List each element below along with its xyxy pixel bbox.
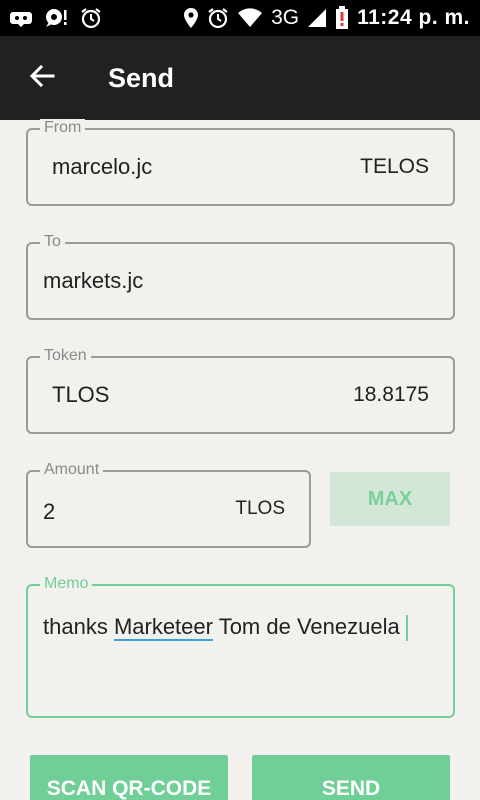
clock-time: 11:24 p. m. xyxy=(357,6,470,29)
amount-label: Amount xyxy=(40,461,104,479)
arrow-back-icon xyxy=(29,64,55,93)
from-account-value: marcelo.jc xyxy=(52,154,153,179)
amount-unit: TLOS xyxy=(235,498,285,519)
back-button[interactable] xyxy=(0,36,84,120)
memo-label: Memo xyxy=(40,575,93,593)
location-pin-icon xyxy=(183,7,199,29)
app-toolbar: Send xyxy=(0,36,480,120)
memo-input[interactable]: Memo thanks Marketeer Tom de Venezuela xyxy=(26,575,455,718)
amount-input[interactable]: Amount 2 TLOS xyxy=(26,461,311,548)
send-button[interactable]: SEND xyxy=(252,755,450,800)
token-symbol-value: TLOS xyxy=(52,382,110,407)
token-label: Token xyxy=(40,347,91,365)
page-title: Send xyxy=(108,62,175,93)
signal-strength-icon xyxy=(307,8,327,28)
token-select[interactable]: Token TLOS 18.8175 xyxy=(26,347,455,434)
status-left xyxy=(10,7,102,29)
memo-text: thanks Marketeer Tom de Venezuela xyxy=(43,614,408,642)
from-account-field[interactable]: From marcelo.jc TELOS xyxy=(26,119,455,206)
scan-qr-code-button[interactable]: SCAN QR-CODE xyxy=(30,755,228,800)
token-balance-value: 18.8175 xyxy=(353,383,429,406)
chat-notification-icon xyxy=(44,8,68,28)
to-label: To xyxy=(40,233,65,251)
to-account-input[interactable]: To markets.jc xyxy=(26,233,455,320)
to-account-value: markets.jc xyxy=(43,268,144,293)
alarm-clock-status-icon xyxy=(207,7,229,29)
wifi-icon xyxy=(237,8,263,28)
alarm-clock-icon xyxy=(80,7,102,29)
from-label: From xyxy=(40,119,86,137)
amount-value: 2 xyxy=(43,498,56,524)
memo-misspelled-word: Marketeer xyxy=(113,614,213,641)
gamepad-notification-icon xyxy=(10,8,32,28)
from-chain-value: TELOS xyxy=(360,155,429,178)
battery-low-icon xyxy=(335,6,349,30)
status-bar: 3G 11:24 p. m. xyxy=(0,0,480,36)
memo-text-start: thanks xyxy=(43,614,114,639)
memo-text-end: Tom de Venezuela xyxy=(212,614,400,639)
status-right: 3G 11:24 p. m. xyxy=(183,6,470,30)
max-button[interactable]: MAX xyxy=(330,472,450,526)
text-cursor xyxy=(405,615,408,642)
network-type-label: 3G xyxy=(271,6,300,29)
